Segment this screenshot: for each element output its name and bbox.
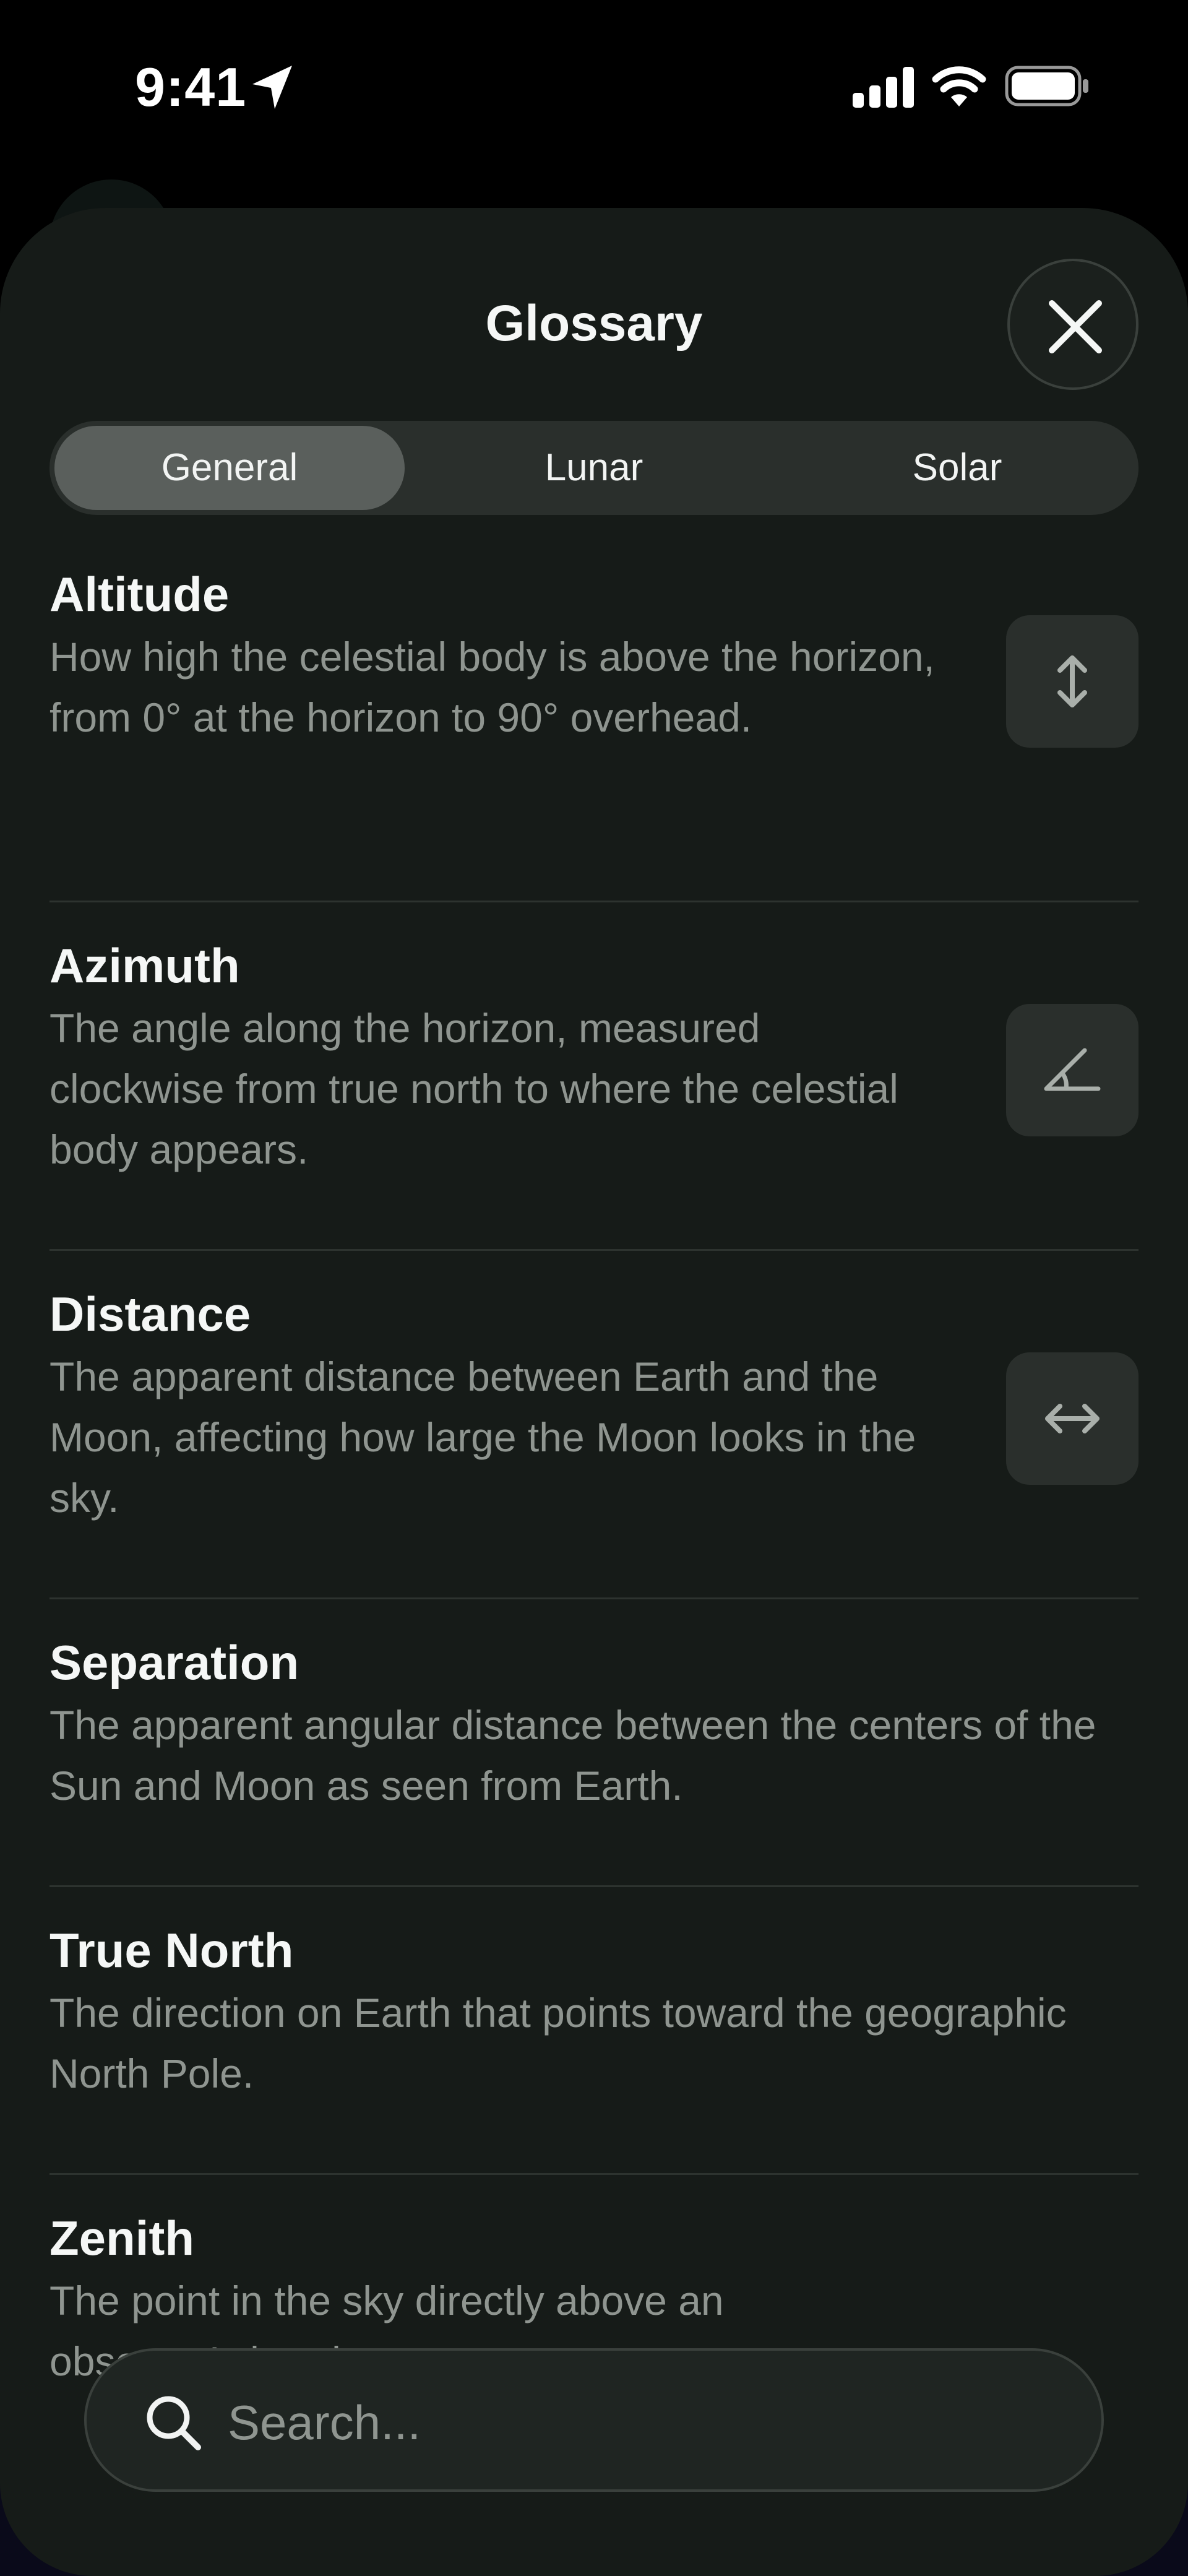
search-bar[interactable] <box>84 2348 1104 2492</box>
vertical-arrows-icon <box>1057 655 1087 707</box>
term-title: Azimuth <box>50 938 240 993</box>
tab-lunar[interactable]: Lunar <box>412 421 776 515</box>
term-definition: The angle along the horizon, measured cl… <box>50 1005 898 1172</box>
search-input[interactable] <box>228 2385 1063 2460</box>
close-button[interactable] <box>1007 259 1138 390</box>
term-definition: The apparent distance between Earth and … <box>50 1354 916 1521</box>
term-definition: How high the celestial body is above the… <box>50 634 935 740</box>
angle-icon <box>1044 1048 1101 1091</box>
wifi-icon <box>932 66 986 106</box>
glossary-item-azimuth[interactable]: Azimuth The angle along the horizon, mea… <box>50 902 1138 1251</box>
glossary-sheet: Glossary General Lunar Solar Altitude Ho… <box>0 208 1188 2576</box>
distance-icon-tile <box>1006 1352 1138 1485</box>
list-fade <box>0 2517 1188 2572</box>
term-title: Altitude <box>50 567 230 621</box>
term-title: True North <box>50 1923 294 1977</box>
term-title: Distance <box>50 1287 251 1341</box>
horizontal-arrows-icon <box>1045 1404 1100 1433</box>
glossary-list: Altitude How high the celestial body is … <box>50 555 1138 2463</box>
altitude-icon-tile <box>1006 615 1138 748</box>
tab-general[interactable]: General <box>54 426 405 510</box>
glossary-item-separation[interactable]: Separation The apparent angular distance… <box>50 1599 1138 1887</box>
battery-icon <box>1005 66 1088 106</box>
close-icon <box>1049 300 1102 353</box>
term-definition: The apparent angular distance between th… <box>50 1702 1096 1809</box>
glossary-item-distance[interactable]: Distance The apparent distance between E… <box>50 1251 1138 1599</box>
glossary-item-true-north[interactable]: True North The direction on Earth that p… <box>50 1887 1138 2175</box>
status-time: 9:41 <box>135 56 247 118</box>
cellular-signal-icon <box>853 67 914 108</box>
category-segmented-control: General Lunar Solar <box>50 421 1138 515</box>
search-icon <box>147 2396 201 2450</box>
term-title: Separation <box>50 1635 299 1690</box>
azimuth-icon-tile <box>1006 1004 1138 1136</box>
tab-solar[interactable]: Solar <box>776 421 1138 515</box>
term-title: Zenith <box>50 2211 194 2265</box>
status-bar: 9:41 <box>0 0 1188 173</box>
location-arrow-icon <box>252 66 292 109</box>
glossary-item-altitude[interactable]: Altitude How high the celestial body is … <box>50 555 1138 902</box>
term-definition: The direction on Earth that points towar… <box>50 1990 1067 2096</box>
